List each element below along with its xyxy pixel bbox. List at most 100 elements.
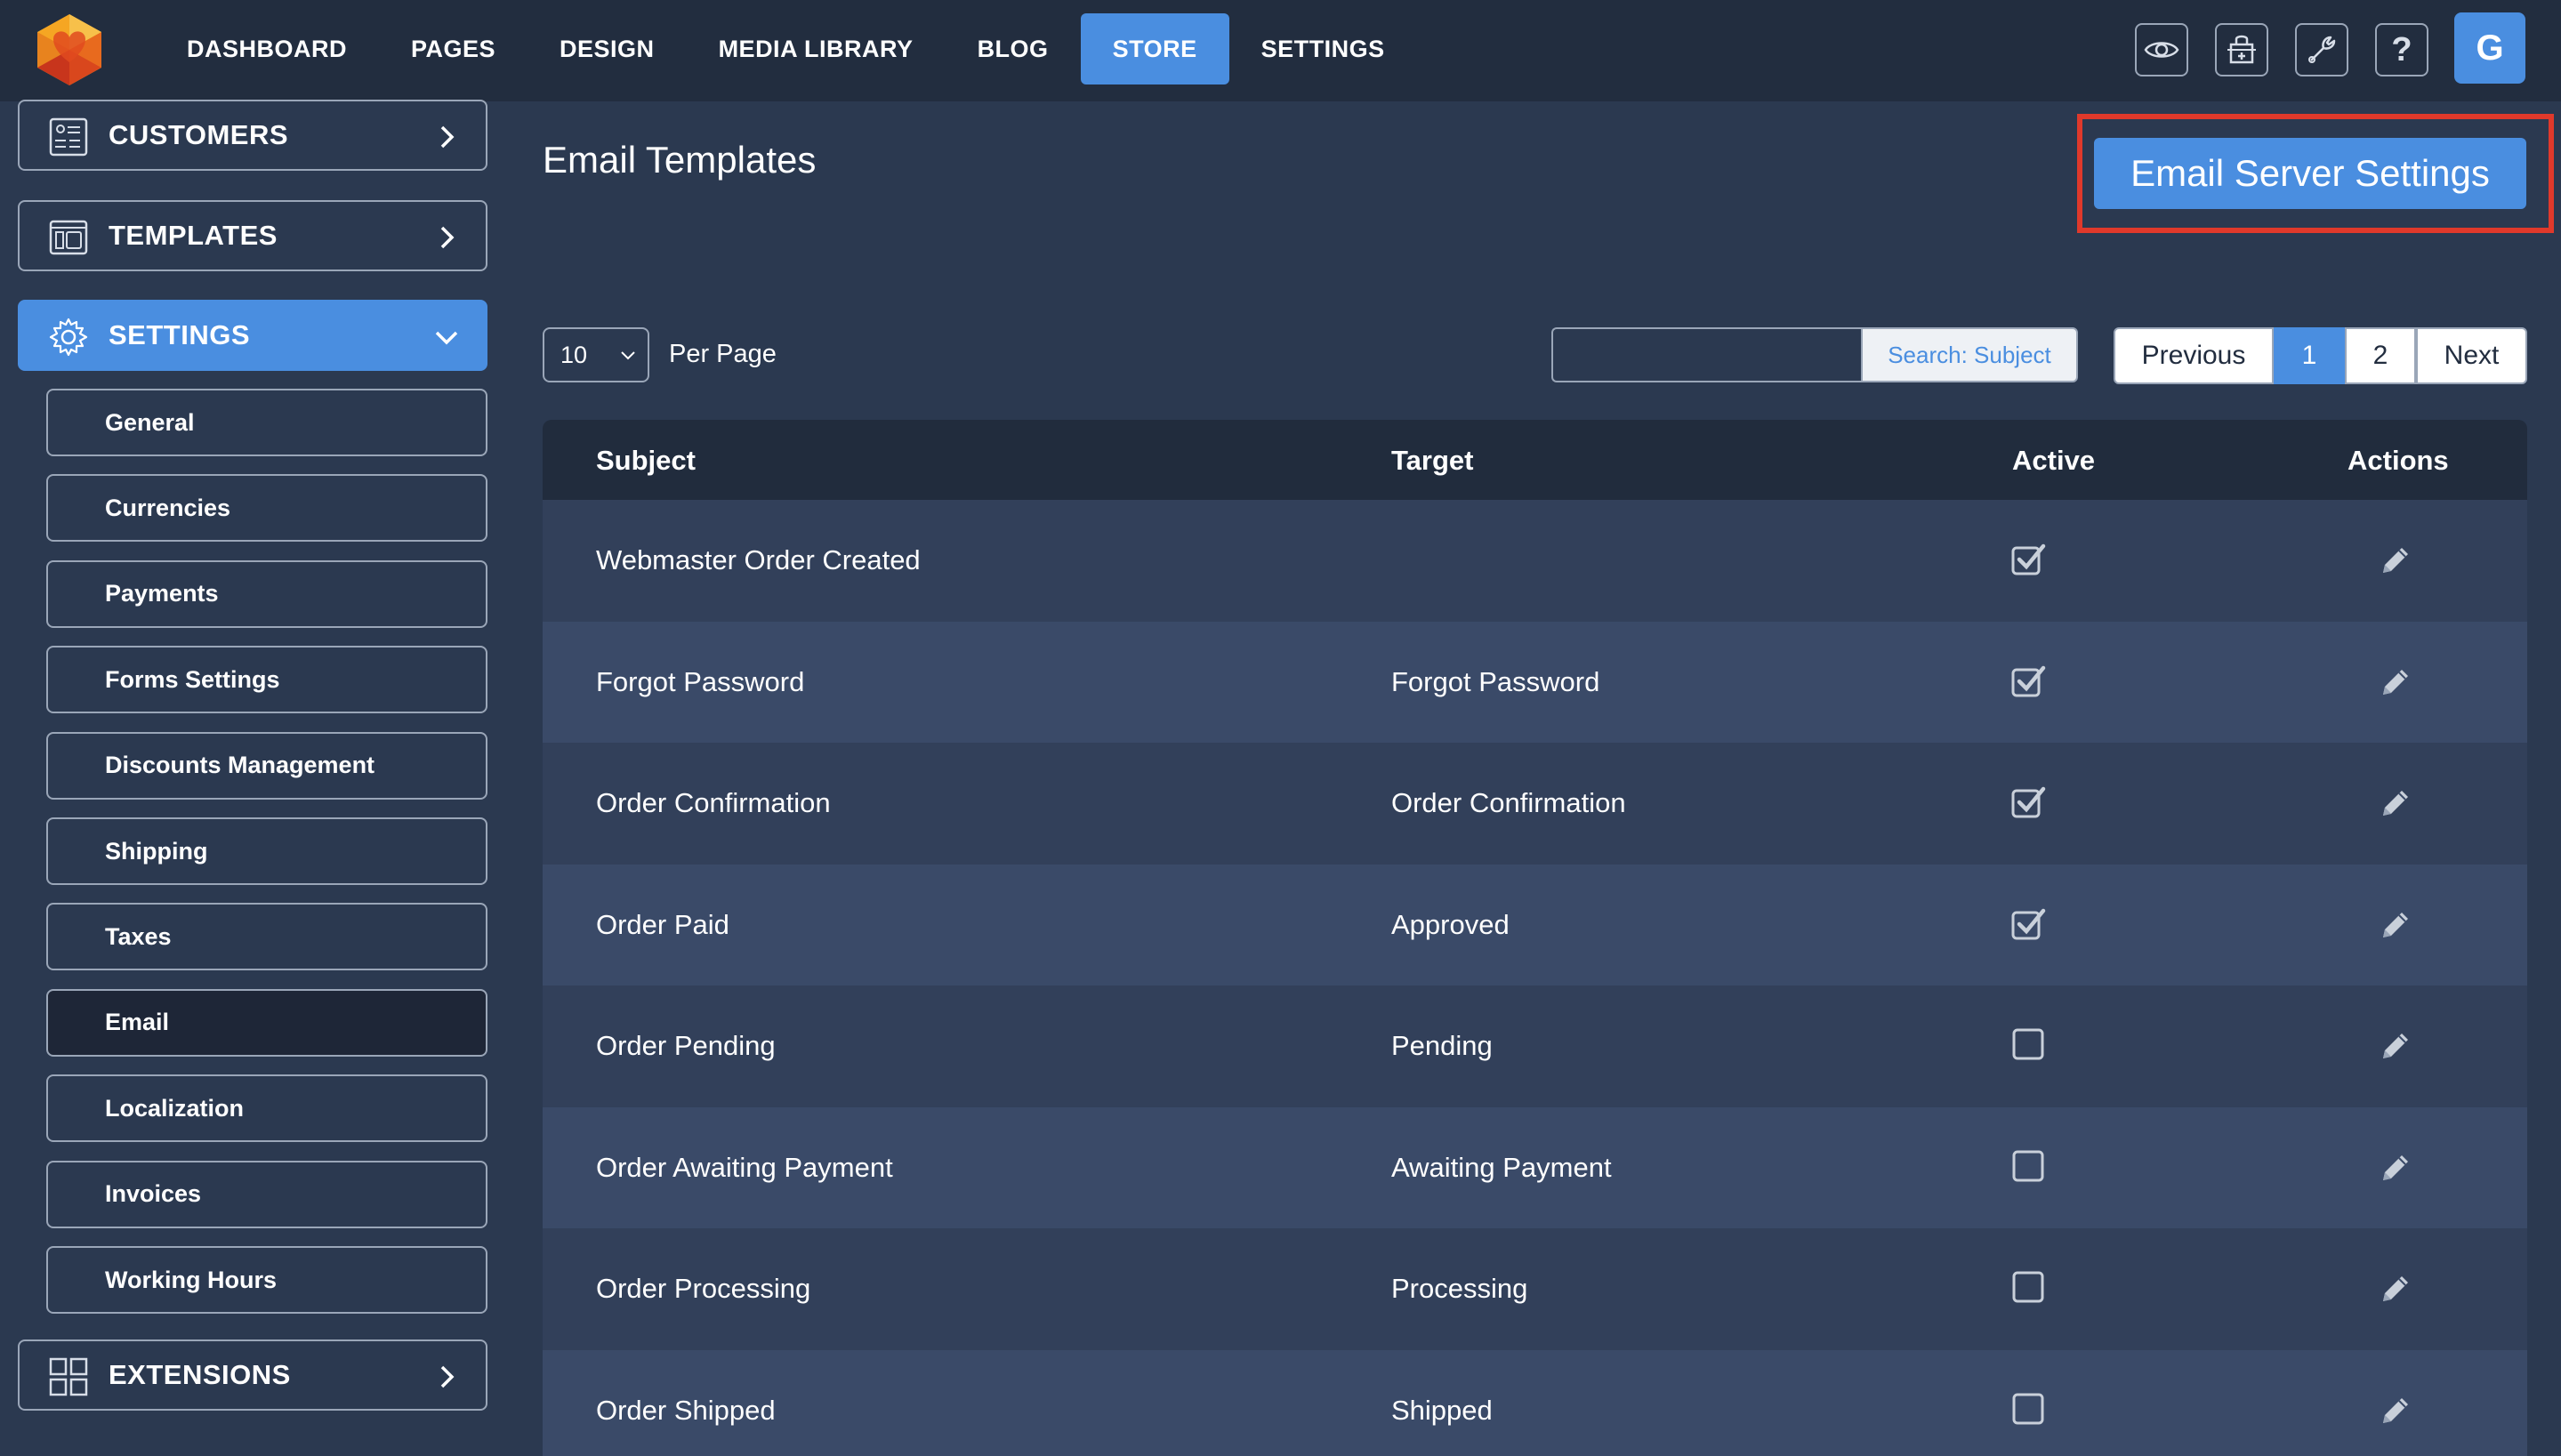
checkbox-checked-icon[interactable] bbox=[2010, 541, 2046, 576]
contact-card-icon bbox=[49, 117, 88, 157]
settings-subitem-payments[interactable]: Payments bbox=[46, 559, 487, 628]
cell-subject: Order Paid bbox=[596, 908, 729, 940]
settings-subitem-discounts-management[interactable]: Discounts Management bbox=[46, 731, 487, 800]
nav-item-pages[interactable]: PAGES bbox=[379, 13, 528, 84]
nav-item-store[interactable]: STORE bbox=[1080, 13, 1229, 84]
store-icon bbox=[2227, 35, 2256, 64]
page-title: Email Templates bbox=[543, 139, 817, 181]
nav-item-media-library[interactable]: MEDIA LIBRARY bbox=[687, 13, 946, 84]
settings-subitem-working-hours[interactable]: Working Hours bbox=[46, 1246, 487, 1314]
table-row: Order Awaiting Payment Awaiting Payment bbox=[543, 1106, 2527, 1228]
cell-subject: Webmaster Order Created bbox=[596, 544, 921, 575]
table-row: Order Processing Processing bbox=[543, 1228, 2527, 1350]
search-input[interactable] bbox=[1551, 327, 1863, 382]
nav-item-settings[interactable]: SETTINGS bbox=[1229, 13, 1417, 84]
preview-button[interactable] bbox=[2135, 23, 2188, 76]
sidebar-label-settings: SETTINGS bbox=[109, 319, 251, 350]
email-templates-table: Subject Target Active Actions Webmaster … bbox=[543, 420, 2527, 1456]
cell-target: Shipped bbox=[1391, 1394, 1493, 1426]
pagination-next-button[interactable]: Next bbox=[2416, 327, 2527, 384]
table-row: Order Confirmation Order Confirmation bbox=[543, 743, 2527, 865]
checkbox-unchecked-icon[interactable] bbox=[2010, 1148, 2046, 1184]
chevron-right-icon bbox=[440, 1365, 455, 1388]
column-header-target[interactable]: Target bbox=[1391, 445, 1473, 477]
sidebar-label-templates: TEMPLATES bbox=[109, 220, 278, 251]
cell-target: Approved bbox=[1391, 908, 1510, 940]
checkbox-unchecked-icon[interactable] bbox=[2010, 1026, 2046, 1062]
cell-target: Awaiting Payment bbox=[1391, 1151, 1612, 1183]
settings-subitem-forms-settings[interactable]: Forms Settings bbox=[46, 646, 487, 714]
cell-subject: Order Pending bbox=[596, 1030, 776, 1061]
help-icon: ? bbox=[2391, 30, 2412, 68]
cell-target: Forgot Password bbox=[1391, 665, 1600, 697]
help-button[interactable]: ? bbox=[2375, 23, 2428, 76]
settings-subitem-localization[interactable]: Localization bbox=[46, 1074, 487, 1143]
sidebar-item-extensions[interactable]: EXTENSIONS bbox=[18, 1339, 487, 1411]
extensions-grid-icon bbox=[49, 1357, 88, 1396]
pagination-page-2[interactable]: 2 bbox=[2345, 327, 2416, 384]
pagination-previous-button[interactable]: Previous bbox=[2114, 327, 2274, 384]
table-row: Webmaster Order Created bbox=[543, 500, 2527, 622]
edit-pencil-icon[interactable] bbox=[2376, 1026, 2415, 1066]
pagination-page-1[interactable]: 1 bbox=[2274, 327, 2345, 384]
user-avatar-button[interactable]: G bbox=[2454, 12, 2525, 84]
tools-button[interactable] bbox=[2295, 23, 2348, 76]
cell-target: Order Confirmation bbox=[1391, 787, 1626, 818]
cell-subject: Order Processing bbox=[596, 1273, 811, 1304]
cell-target: Pending bbox=[1391, 1030, 1493, 1061]
settings-subitem-taxes[interactable]: Taxes bbox=[46, 903, 487, 971]
cell-subject: Order Awaiting Payment bbox=[596, 1151, 893, 1183]
sidebar-item-customers[interactable]: CUSTOMERS bbox=[18, 100, 487, 171]
cell-subject: Order Confirmation bbox=[596, 787, 831, 818]
sidebar-item-templates[interactable]: TEMPLATES bbox=[18, 200, 487, 271]
per-page-label: Per Page bbox=[669, 340, 777, 368]
edit-pencil-icon[interactable] bbox=[2376, 1269, 2415, 1308]
column-header-subject[interactable]: Subject bbox=[596, 445, 696, 477]
column-header-actions: Actions bbox=[2348, 445, 2449, 476]
app-logo-icon[interactable] bbox=[32, 12, 107, 87]
chevron-right-icon bbox=[440, 226, 455, 249]
edit-pencil-icon[interactable] bbox=[2376, 784, 2415, 823]
nav-item-dashboard[interactable]: DASHBOARD bbox=[155, 13, 379, 84]
sidebar-label-extensions: EXTENSIONS bbox=[109, 1359, 291, 1390]
edit-pencil-icon[interactable] bbox=[2376, 1148, 2415, 1187]
column-header-active[interactable]: Active bbox=[2012, 445, 2095, 477]
sidebar-item-settings[interactable]: SETTINGS bbox=[18, 300, 487, 371]
cell-subject: Order Shipped bbox=[596, 1394, 776, 1426]
edit-pencil-icon[interactable] bbox=[2376, 905, 2415, 945]
settings-subitem-shipping[interactable]: Shipping bbox=[46, 817, 487, 885]
template-layout-icon bbox=[49, 220, 88, 255]
table-body: Webmaster Order Created Forgot Password Fo… bbox=[543, 500, 2527, 1456]
settings-subitem-email[interactable]: Email bbox=[46, 988, 487, 1057]
per-page-select[interactable]: 10 bbox=[543, 327, 649, 382]
checkbox-checked-icon[interactable] bbox=[2010, 663, 2046, 698]
chevron-down-icon bbox=[621, 351, 635, 360]
store-button[interactable] bbox=[2215, 23, 2268, 76]
settings-subitem-general[interactable]: General bbox=[46, 389, 487, 456]
chevron-right-icon bbox=[440, 125, 455, 149]
edit-pencil-icon[interactable] bbox=[2376, 663, 2415, 702]
nav-item-design[interactable]: DESIGN bbox=[528, 13, 687, 84]
settings-subitem-invoices[interactable]: Invoices bbox=[46, 1160, 487, 1228]
table-row: Order Paid Approved bbox=[543, 864, 2527, 985]
gear-icon bbox=[49, 318, 88, 357]
search-subject-button[interactable]: Search: Subject bbox=[1861, 327, 2078, 382]
checkbox-checked-icon[interactable] bbox=[2010, 784, 2046, 819]
table-row: Order Pending Pending bbox=[543, 985, 2527, 1107]
email-server-settings-button[interactable]: Email Server Settings bbox=[2094, 138, 2526, 209]
edit-pencil-icon[interactable] bbox=[2376, 541, 2415, 580]
wrench-icon bbox=[2308, 36, 2336, 63]
table-header: Subject Target Active Actions bbox=[543, 420, 2527, 500]
main-nav: DASHBOARD PAGES DESIGN MEDIA LIBRARY BLOG STO… bbox=[155, 13, 1417, 84]
checkbox-unchecked-icon[interactable] bbox=[2010, 1269, 2046, 1305]
chevron-down-icon bbox=[435, 331, 458, 345]
nav-item-blog[interactable]: BLOG bbox=[946, 13, 1081, 84]
cell-target: Processing bbox=[1391, 1273, 1528, 1304]
top-navbar: DASHBOARD PAGES DESIGN MEDIA LIBRARY BLOG STO… bbox=[0, 0, 2561, 101]
checkbox-checked-icon[interactable] bbox=[2010, 905, 2046, 941]
edit-pencil-icon[interactable] bbox=[2376, 1391, 2415, 1430]
checkbox-unchecked-icon[interactable] bbox=[2010, 1391, 2046, 1427]
settings-subitem-currencies[interactable]: Currencies bbox=[46, 474, 487, 543]
eye-icon bbox=[2144, 42, 2179, 58]
per-page-value: 10 bbox=[560, 341, 588, 368]
